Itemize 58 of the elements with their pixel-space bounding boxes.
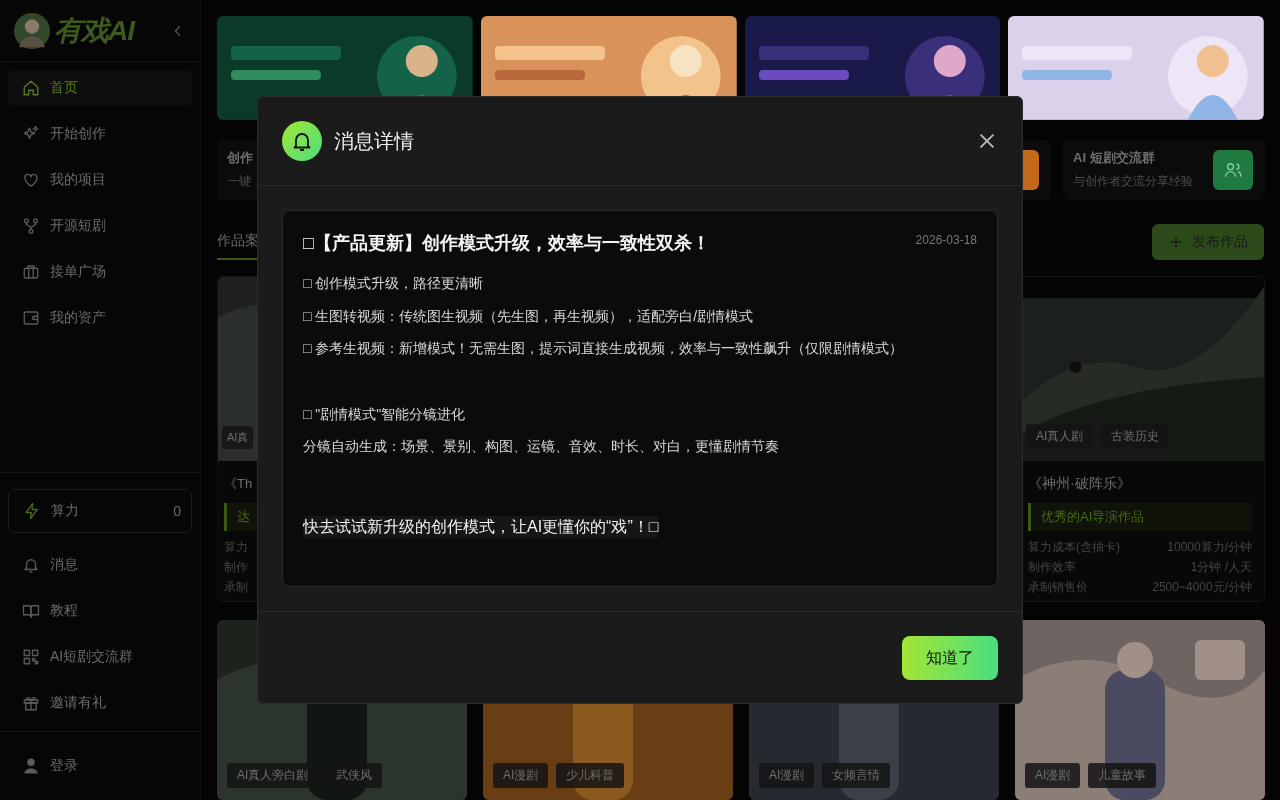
genre-tag: 女频言情 [822,763,891,788]
message-line: □ 生图转视频：传统图生视频（先生图，再生视频），适配旁白/剧情模式 [303,306,755,326]
nav-item[interactable]: 开始创作 [8,116,192,152]
confirm-button[interactable]: 知道了 [902,636,998,680]
message-line: 分镜自动生成：场景、景别、构图、运镜、音效、时长、对白，更懂剧情节奏 [303,437,780,456]
power-balance[interactable]: 算力 0 [8,489,192,533]
work-title: 《神州·破阵乐》 [1028,475,1132,493]
genre-tag: AI漫剧 [759,763,815,788]
wallet-icon [22,309,40,327]
stat-value: 1分钟 /人天 [1190,559,1252,575]
plus-icon [1168,234,1184,250]
feature-title: 创作 [227,149,254,168]
heart-icon [22,171,40,189]
genre-tag: 儿童故事 [1088,763,1157,788]
feature-subtitle: 一键 [227,173,252,191]
genre-tag: AI真 [222,426,254,449]
dialog-title: 消息详情 [334,128,414,154]
genre-tag: AI真人剧 [1026,424,1094,449]
bell-icon [22,556,40,574]
award-badge: 优秀的AI导演作品 [1028,503,1252,531]
qr-code-icon [22,648,40,666]
power-value: 0 [173,503,181,519]
genre-tag: 少儿科普 [556,763,625,788]
message-line: □ 创作模式升级，路径更清晰 [303,274,485,293]
nav-item[interactable]: 我的资产 [8,300,192,336]
sidebar-link[interactable]: 邀请有礼 [8,685,192,721]
home-icon [22,79,40,97]
avatar-icon [14,12,50,49]
gift-icon [22,694,40,712]
message-line: □ "剧情模式"智能分镜进化 [303,404,467,424]
feature-subtitle: 与创作者交流分享经验 [1073,173,1194,191]
nav-item[interactable]: 首页 [8,70,192,106]
user-icon [22,757,40,775]
bell-icon [282,121,322,161]
sidebar-link[interactable]: AI短剧交流群 [8,639,192,675]
nav-item[interactable]: 我的项目 [8,162,192,198]
work-title: 《Th [224,475,254,493]
feature-card[interactable]: AI 短剧交流群 与创作者交流分享经验 [1063,139,1265,200]
fork-icon [22,217,40,235]
genre-tag: AI漫剧 [493,763,549,788]
login-link[interactable]: 登录 [8,748,192,784]
feature-title: AI 短剧交流群 [1073,149,1156,168]
message-callout: 快去试试新升级的创作模式，让AI更懂你的“戏”！□ [303,515,659,538]
briefcase-icon [22,263,40,281]
message-title: □【产品更新】创作模式升级，效率与一致性双杀！ [303,232,710,255]
message-date: 2026-03-18 [915,233,977,247]
nav-item[interactable]: 接单广场 [8,254,192,290]
lightning-icon [23,502,41,520]
sidebar-link[interactable]: 教程 [8,593,192,629]
book-icon [22,602,40,620]
sidebar-link[interactable]: 消息 [8,547,192,583]
message-line: □ 参考生视频：新增模式！无需生图，提示词直接生成视频，效率与一致性飙升（仅限剧情模式） [303,339,905,358]
nav-item[interactable]: 开源短剧 [8,208,192,244]
power-label: 算力 [51,502,79,520]
stat-value: 2500~4000元/分钟 [1152,579,1252,595]
genre-tag: 古装历史 [1101,424,1170,449]
genre-tag: AI漫剧 [1025,763,1081,788]
logo-text: 有戏AI [54,13,134,48]
